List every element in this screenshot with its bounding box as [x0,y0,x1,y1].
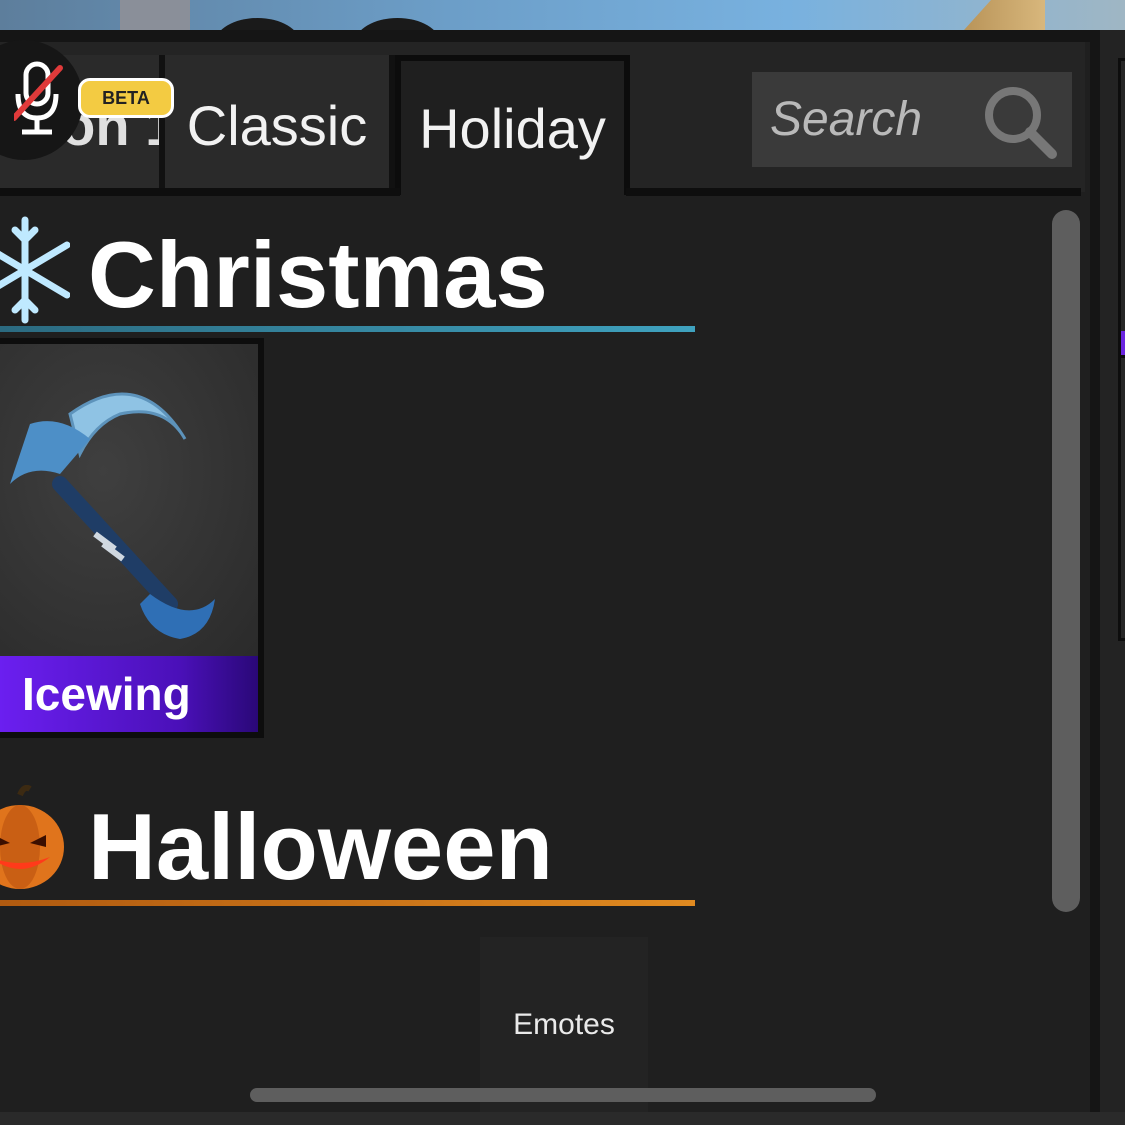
tab-divider [0,188,400,196]
item-image [0,344,258,662]
scythe-icon [10,392,215,639]
snowflake-icon [0,216,70,324]
section-title-christmas: Christmas [88,222,548,327]
section-divider [0,326,695,332]
section-divider [0,900,695,906]
side-item-card[interactable] [1118,355,1125,641]
bottom-edge [0,1112,1125,1125]
search-input[interactable] [768,91,992,148]
search-icon[interactable] [980,82,1060,162]
mic-muted-icon [14,61,63,135]
tab-classic[interactable]: Classic [165,55,395,195]
beta-badge: BETA [78,78,174,118]
horizontal-scrollbar[interactable] [250,1088,876,1102]
side-panel [1090,30,1125,1112]
tab-holiday[interactable]: Holiday [395,55,630,195]
pumpkin-icon [0,785,64,889]
item-card[interactable]: Icewing [0,338,264,738]
side-item-card[interactable] [1118,58,1125,374]
vertical-scrollbar[interactable] [1052,210,1080,912]
tab-divider [626,188,1081,196]
section-title-halloween: Halloween [88,794,553,899]
item-name: Icewing [0,656,258,732]
search-box[interactable] [752,72,1072,167]
emotes-button[interactable]: Emotes [480,1008,648,1042]
